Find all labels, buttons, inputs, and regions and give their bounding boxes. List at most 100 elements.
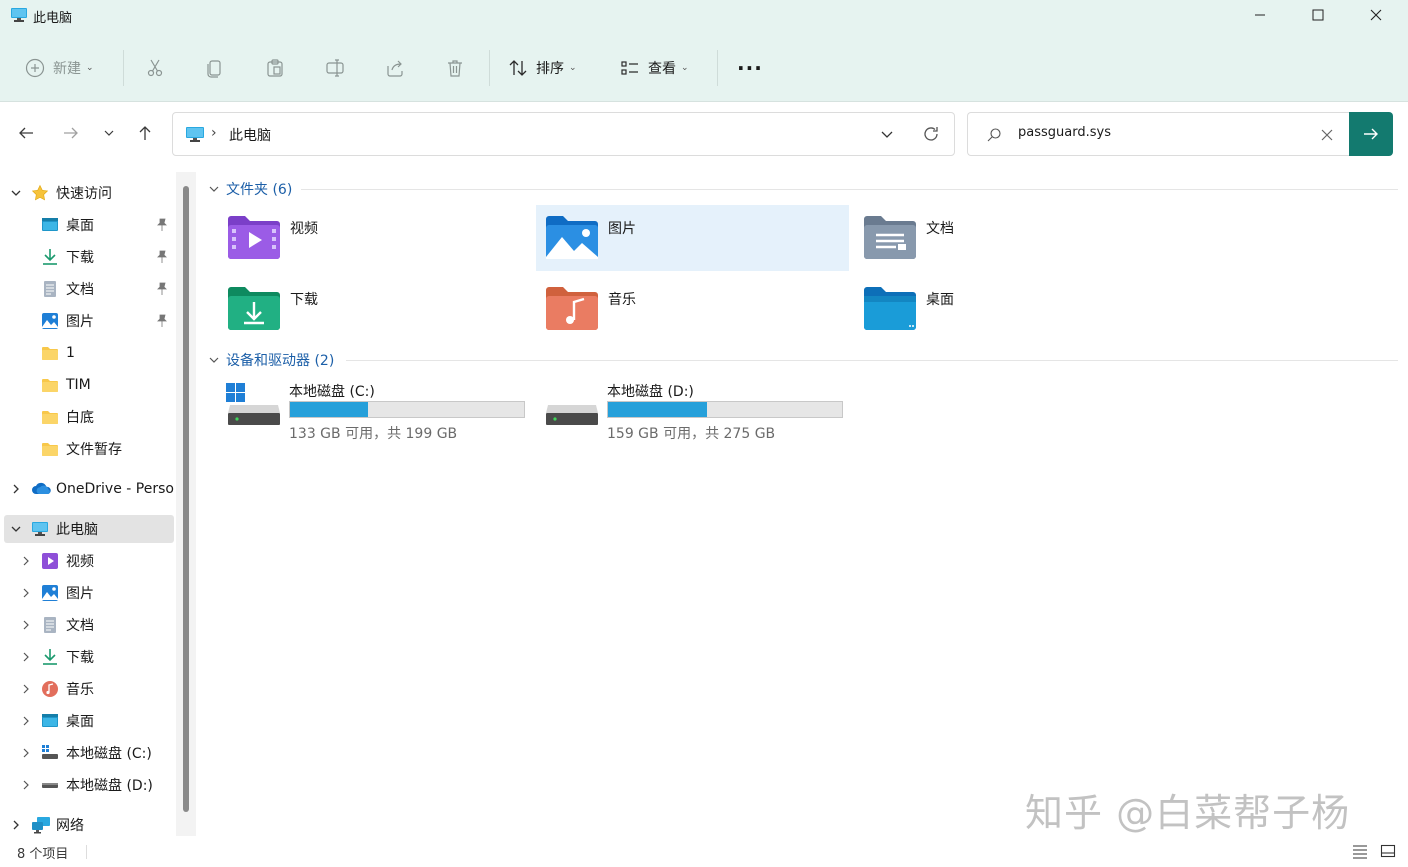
music-icon: [42, 681, 58, 697]
sidebar-item-documents[interactable]: 文档: [4, 611, 174, 639]
chevron-down-icon: [104, 130, 114, 136]
clear-search-icon[interactable]: [1320, 128, 1334, 142]
sidebar-item-videos[interactable]: 视频: [4, 547, 174, 575]
sidebar-item-pictures[interactable]: 图片: [4, 579, 174, 607]
sidebar-item-label: TIM: [66, 377, 91, 393]
folders-group-title: 文件夹 (6): [226, 182, 293, 198]
sidebar-item-this-pc[interactable]: 此电脑: [4, 515, 174, 543]
drives-group-header[interactable]: 设备和驱动器 (2): [208, 350, 334, 370]
add-circle-icon: [25, 58, 45, 78]
title-bar[interactable]: 此电脑: [0, 0, 1408, 32]
pin-icon[interactable]: [156, 250, 168, 264]
chevron-down-icon: ⌄: [681, 63, 689, 73]
folder-name: 视频: [290, 221, 318, 237]
chevron-down-icon[interactable]: [879, 126, 895, 142]
sidebar-scrollbar-thumb[interactable]: [183, 186, 189, 812]
search-go-button[interactable]: [1349, 112, 1393, 156]
folder-tile-documents[interactable]: 文档: [854, 205, 1167, 271]
recent-locations-button[interactable]: [95, 119, 123, 147]
sidebar-item-label: 本地磁盘 (C:): [66, 746, 152, 762]
forward-button[interactable]: [57, 119, 85, 147]
drive-icon: [546, 405, 598, 425]
sidebar-item-pictures[interactable]: 图片: [4, 307, 174, 335]
sidebar-item-documents[interactable]: 文档: [4, 275, 174, 303]
sidebar-item-folder-temp[interactable]: 文件暂存: [4, 435, 174, 463]
search-input[interactable]: passguard.sys: [1018, 125, 1111, 140]
drive-tile-c[interactable]: 本地磁盘 (C:) 133 GB 可用，共 199 GB: [226, 381, 526, 442]
music-folder-icon: [546, 287, 598, 330]
folder-tile-downloads[interactable]: 下载: [218, 276, 531, 342]
copy-icon: [207, 60, 221, 78]
sidebar-item-label: OneDrive - Perso: [56, 481, 174, 497]
sidebar-item-label: 桌面: [66, 714, 94, 730]
sidebar-item-downloads[interactable]: 下载: [4, 243, 174, 271]
share-button[interactable]: [385, 50, 405, 86]
minimize-button[interactable]: [1231, 0, 1289, 30]
back-button[interactable]: [12, 119, 40, 147]
view-options-icon: [621, 61, 638, 75]
content-pane: 文件夹 (6) 视频 图片 文档 下载 音乐 桌面 设备和驱动器 (2) 本地磁…: [196, 162, 1408, 838]
chevron-down-icon: ⌄: [86, 63, 94, 73]
sidebar-item-drive-c[interactable]: 本地磁盘 (C:): [4, 739, 174, 767]
drive-free-space: 133 GB 可用，共 199 GB: [289, 426, 458, 442]
breadcrumb-this-pc[interactable]: 此电脑: [229, 125, 271, 145]
folder-tile-music[interactable]: 音乐: [536, 276, 849, 342]
folder-tile-videos[interactable]: 视频: [218, 205, 531, 271]
sidebar-item-desktop[interactable]: 桌面: [4, 707, 174, 735]
copy-button[interactable]: [205, 50, 225, 86]
details-view-icon[interactable]: [1352, 843, 1368, 859]
sidebar-item-network[interactable]: 网络: [4, 811, 174, 836]
tiles-view-icon[interactable]: [1380, 843, 1396, 859]
arrow-right-icon: [64, 127, 78, 139]
folder-name: 文档: [926, 221, 954, 237]
address-bar[interactable]: › 此电脑: [172, 112, 955, 156]
drive-tile-d[interactable]: 本地磁盘 (D:) 159 GB 可用，共 275 GB: [544, 381, 844, 442]
document-icon: [44, 617, 56, 633]
pin-icon[interactable]: [156, 282, 168, 296]
folder-tile-desktop[interactable]: 桌面: [854, 276, 1167, 342]
folder-icon: [42, 411, 58, 424]
view-button[interactable]: 查看 ⌄: [620, 50, 689, 86]
sidebar-item-downloads[interactable]: 下载: [4, 643, 174, 671]
breadcrumb-separator-icon[interactable]: ›: [211, 125, 217, 141]
windows-drive-icon: [226, 383, 280, 425]
folder-name: 桌面: [926, 292, 954, 308]
sidebar-item-folder-1[interactable]: 1: [4, 339, 174, 367]
folders-group-header[interactable]: 文件夹 (6): [208, 179, 292, 199]
sidebar-item-label: 1: [66, 345, 75, 361]
refresh-icon[interactable]: [922, 125, 940, 143]
status-divider: [86, 845, 87, 859]
download-icon: [43, 249, 57, 265]
sidebar-item-folder-tim[interactable]: TIM: [4, 371, 174, 399]
sidebar-item-onedrive[interactable]: OneDrive - Perso: [4, 475, 174, 503]
sidebar-item-label: 此电脑: [56, 522, 98, 538]
paste-button[interactable]: [265, 50, 285, 86]
drive-free-space: 159 GB 可用，共 275 GB: [607, 426, 776, 442]
new-button[interactable]: 新建 ⌄: [25, 50, 94, 86]
sidebar-item-music[interactable]: 音乐: [4, 675, 174, 703]
sidebar-item-quick-access[interactable]: 快速访问: [4, 179, 174, 207]
delete-button[interactable]: [445, 50, 465, 86]
rename-button[interactable]: [325, 50, 345, 86]
sidebar-item-folder-baidi[interactable]: 白底: [4, 403, 174, 431]
pin-icon[interactable]: [156, 314, 168, 328]
maximize-button[interactable]: [1289, 0, 1347, 30]
sidebar-item-label: 视频: [66, 554, 94, 570]
search-box[interactable]: passguard.sys: [967, 112, 1349, 156]
folder-tile-pictures[interactable]: 图片: [536, 205, 849, 271]
chevron-right-icon: [23, 684, 29, 694]
more-options-button[interactable]: ···: [737, 50, 763, 86]
folder-icon: [42, 443, 58, 456]
drives-group-title: 设备和驱动器 (2): [226, 353, 335, 369]
sort-button[interactable]: 排序 ⌄: [508, 50, 577, 86]
sidebar-item-drive-d[interactable]: 本地磁盘 (D:): [4, 771, 174, 799]
pin-icon[interactable]: [156, 218, 168, 232]
cut-button[interactable]: [145, 50, 165, 86]
documents-folder-icon: [864, 216, 916, 259]
up-button[interactable]: [131, 119, 159, 147]
close-button[interactable]: [1347, 0, 1405, 30]
trash-icon: [448, 60, 462, 77]
chevron-right-icon: [23, 780, 29, 790]
chevron-down-icon: [209, 357, 219, 363]
sidebar-item-desktop[interactable]: 桌面: [4, 211, 174, 239]
